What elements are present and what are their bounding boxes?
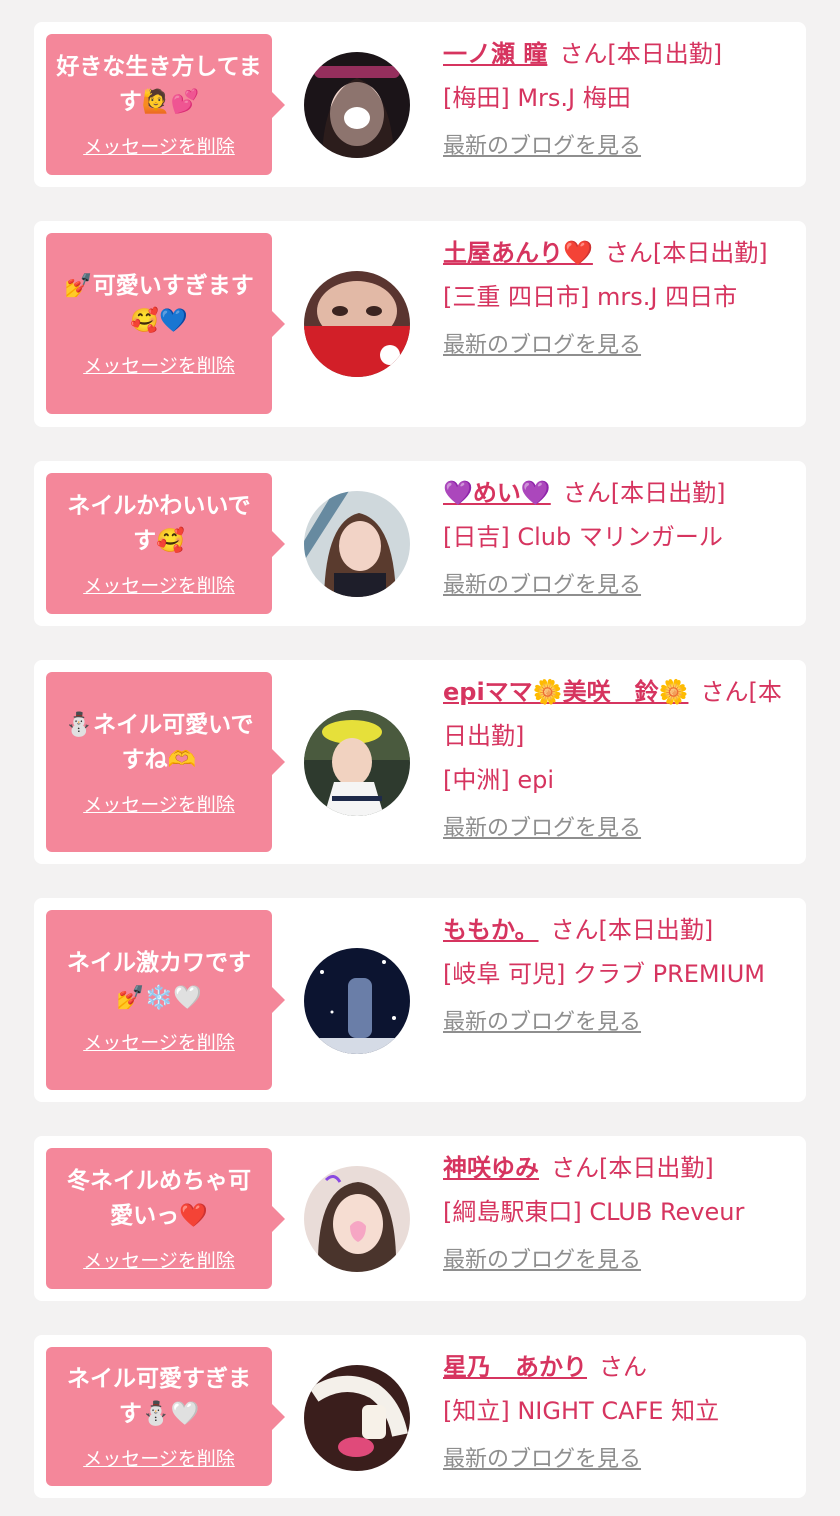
avatar-photo-icon <box>304 1166 410 1272</box>
cast-info: ももか。 さん[本日出勤] [岐阜 可児] クラブ PREMIUM 最新のブログを… <box>443 908 794 1040</box>
cast-name-link[interactable]: 神咲ゆみ <box>443 1154 539 1182</box>
avatar-photo-icon <box>304 271 410 377</box>
message-bubble: ネイル可愛すぎます⛄🤍 メッセージを削除 <box>46 1347 285 1486</box>
message-card: 冬ネイルめちゃ可愛いっ❤️ メッセージを削除 神咲ゆみ さん[本日出勤] [綱島駅… <box>34 1136 806 1301</box>
cast-name-link[interactable]: 💜めい💜 <box>443 479 551 507</box>
cast-status: さん <box>599 1353 647 1381</box>
delete-message-link[interactable]: メッセージを削除 <box>83 1444 235 1471</box>
latest-blog-link[interactable]: 最新のブログを見る <box>443 329 794 363</box>
delete-message-link[interactable]: メッセージを削除 <box>83 1028 235 1055</box>
cast-info: 💜めい💜 さん[本日出勤] [日吉] Club マリンガール 最新のブログを見る <box>443 471 794 603</box>
message-card: ネイル激カワです💅❄️🤍 メッセージを削除 ももか。 さん[本日出勤] [岐阜 可… <box>34 898 806 1102</box>
avatar-photo-icon <box>304 710 410 816</box>
avatar[interactable] <box>304 271 410 377</box>
shop-name: [三重 四日市] mrs.J 四日市 <box>443 283 738 311</box>
latest-blog-link[interactable]: 最新のブログを見る <box>443 1006 794 1040</box>
delete-message-link[interactable]: メッセージを削除 <box>83 132 235 159</box>
shop-name: [中洲] epi <box>443 766 555 794</box>
cast-info: 土屋あんり❤️ さん[本日出勤] [三重 四日市] mrs.J 四日市 最新のブロ… <box>443 231 794 363</box>
shop-name: [綱島駅東口] CLUB Reveur <box>443 1198 745 1226</box>
message-text: ネイル可愛すぎます⛄🤍 <box>67 1366 251 1427</box>
cast-info: epiママ🌼美咲 鈴🌼 さん[本日出勤] [中洲] epi 最新のブログを見る <box>443 670 794 846</box>
cast-status: さん[本日出勤] <box>551 1154 714 1182</box>
message-card: ネイルかわいいです🥰 メッセージを削除 💜めい💜 さん[本日出勤] [日吉] Cl… <box>34 461 806 626</box>
cast-status: さん[本日出勤] <box>559 40 723 68</box>
delete-message-link[interactable]: メッセージを削除 <box>83 571 235 598</box>
cast-status: さん[本日出勤] <box>550 916 714 944</box>
latest-blog-link[interactable]: 最新のブログを見る <box>443 1244 794 1278</box>
avatar[interactable] <box>304 491 410 597</box>
message-text: 💅可愛いすぎます🥰💙 <box>64 273 254 334</box>
cast-info: 神咲ゆみ さん[本日出勤] [綱島駅東口] CLUB Reveur 最新のブログを… <box>443 1146 794 1278</box>
shop-name: [知立] NIGHT CAFE 知立 <box>443 1397 720 1425</box>
cast-status: さん[本日出勤] <box>562 479 726 507</box>
shop-name: [日吉] Club マリンガール <box>443 523 723 551</box>
avatar-photo-icon <box>304 491 410 597</box>
message-text: 冬ネイルめちゃ可愛いっ❤️ <box>67 1168 251 1229</box>
message-card: 好きな生き方してます🙋💕 メッセージを削除 一ノ瀬 瞳さん[本日出勤] [梅田]… <box>34 22 806 187</box>
avatar[interactable] <box>304 948 410 1054</box>
latest-blog-link[interactable]: 最新のブログを見る <box>443 569 794 603</box>
avatar-photo-icon <box>304 948 410 1054</box>
avatar[interactable] <box>304 52 410 158</box>
message-text: ⛄ネイル可愛いですね🫶 <box>64 711 254 773</box>
cast-name-link[interactable]: 土屋あんり❤️ <box>443 239 593 267</box>
message-bubble: 好きな生き方してます🙋💕 メッセージを削除 <box>46 34 285 175</box>
avatar[interactable] <box>304 1365 410 1471</box>
shop-name: [岐阜 可児] クラブ PREMIUM <box>443 960 765 988</box>
message-card: 💅可愛いすぎます🥰💙 メッセージを削除 土屋あんり❤️ さん[本日出勤] [三重 … <box>34 221 806 427</box>
cast-name-link[interactable]: ももか。 <box>443 916 539 944</box>
message-bubble: 冬ネイルめちゃ可愛いっ❤️ メッセージを削除 <box>46 1148 285 1289</box>
message-bubble: ネイル激カワです💅❄️🤍 メッセージを削除 <box>46 910 285 1090</box>
delete-message-link[interactable]: メッセージを削除 <box>83 351 235 378</box>
latest-blog-link[interactable]: 最新のブログを見る <box>443 1443 794 1477</box>
delete-message-link[interactable]: メッセージを削除 <box>83 1246 235 1273</box>
message-bubble: ⛄ネイル可愛いですね🫶 メッセージを削除 <box>46 672 285 852</box>
latest-blog-link[interactable]: 最新のブログを見る <box>443 812 794 846</box>
cast-name-link[interactable]: epiママ🌼美咲 鈴🌼 <box>443 678 688 706</box>
avatar-photo-icon <box>304 52 410 158</box>
cast-name-link[interactable]: 一ノ瀬 瞳 <box>443 40 547 68</box>
cast-status: さん[本日出勤] <box>604 239 768 267</box>
avatar-photo-icon <box>304 1365 410 1471</box>
avatar[interactable] <box>304 710 410 816</box>
message-card: ⛄ネイル可愛いですね🫶 メッセージを削除 epiママ🌼美咲 鈴🌼 さん[本日出勤]… <box>34 660 806 864</box>
message-text: 好きな生き方してます🙋💕 <box>56 54 262 115</box>
latest-blog-link[interactable]: 最新のブログを見る <box>443 130 794 164</box>
shop-name: [梅田] Mrs.J 梅田 <box>443 84 631 112</box>
delete-message-link[interactable]: メッセージを削除 <box>83 790 235 817</box>
message-card: ネイル可愛すぎます⛄🤍 メッセージを削除 星乃 あかり さん [知立] NIGHT… <box>34 1335 806 1498</box>
cast-info: 星乃 あかり さん [知立] NIGHT CAFE 知立 最新のブログを見る <box>443 1345 794 1477</box>
cast-name-link[interactable]: 星乃 あかり <box>443 1353 587 1381</box>
message-bubble: 💅可愛いすぎます🥰💙 メッセージを削除 <box>46 233 285 414</box>
message-bubble: ネイルかわいいです🥰 メッセージを削除 <box>46 473 285 614</box>
avatar[interactable] <box>304 1166 410 1272</box>
message-text: ネイルかわいいです🥰 <box>67 493 251 554</box>
message-text: ネイル激カワです💅❄️🤍 <box>67 949 251 1011</box>
cast-info: 一ノ瀬 瞳さん[本日出勤] [梅田] Mrs.J 梅田 最新のブログを見る <box>443 32 794 164</box>
